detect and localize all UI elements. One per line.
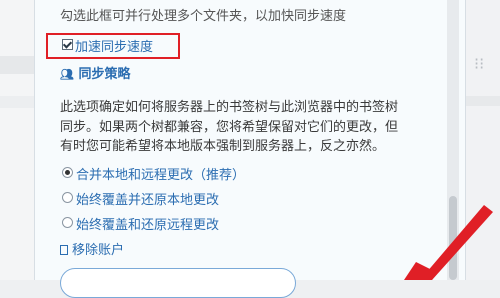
arrow-head [404, 262, 436, 280]
annotation-arrow [404, 205, 493, 280]
arrow-shaft [420, 205, 493, 280]
